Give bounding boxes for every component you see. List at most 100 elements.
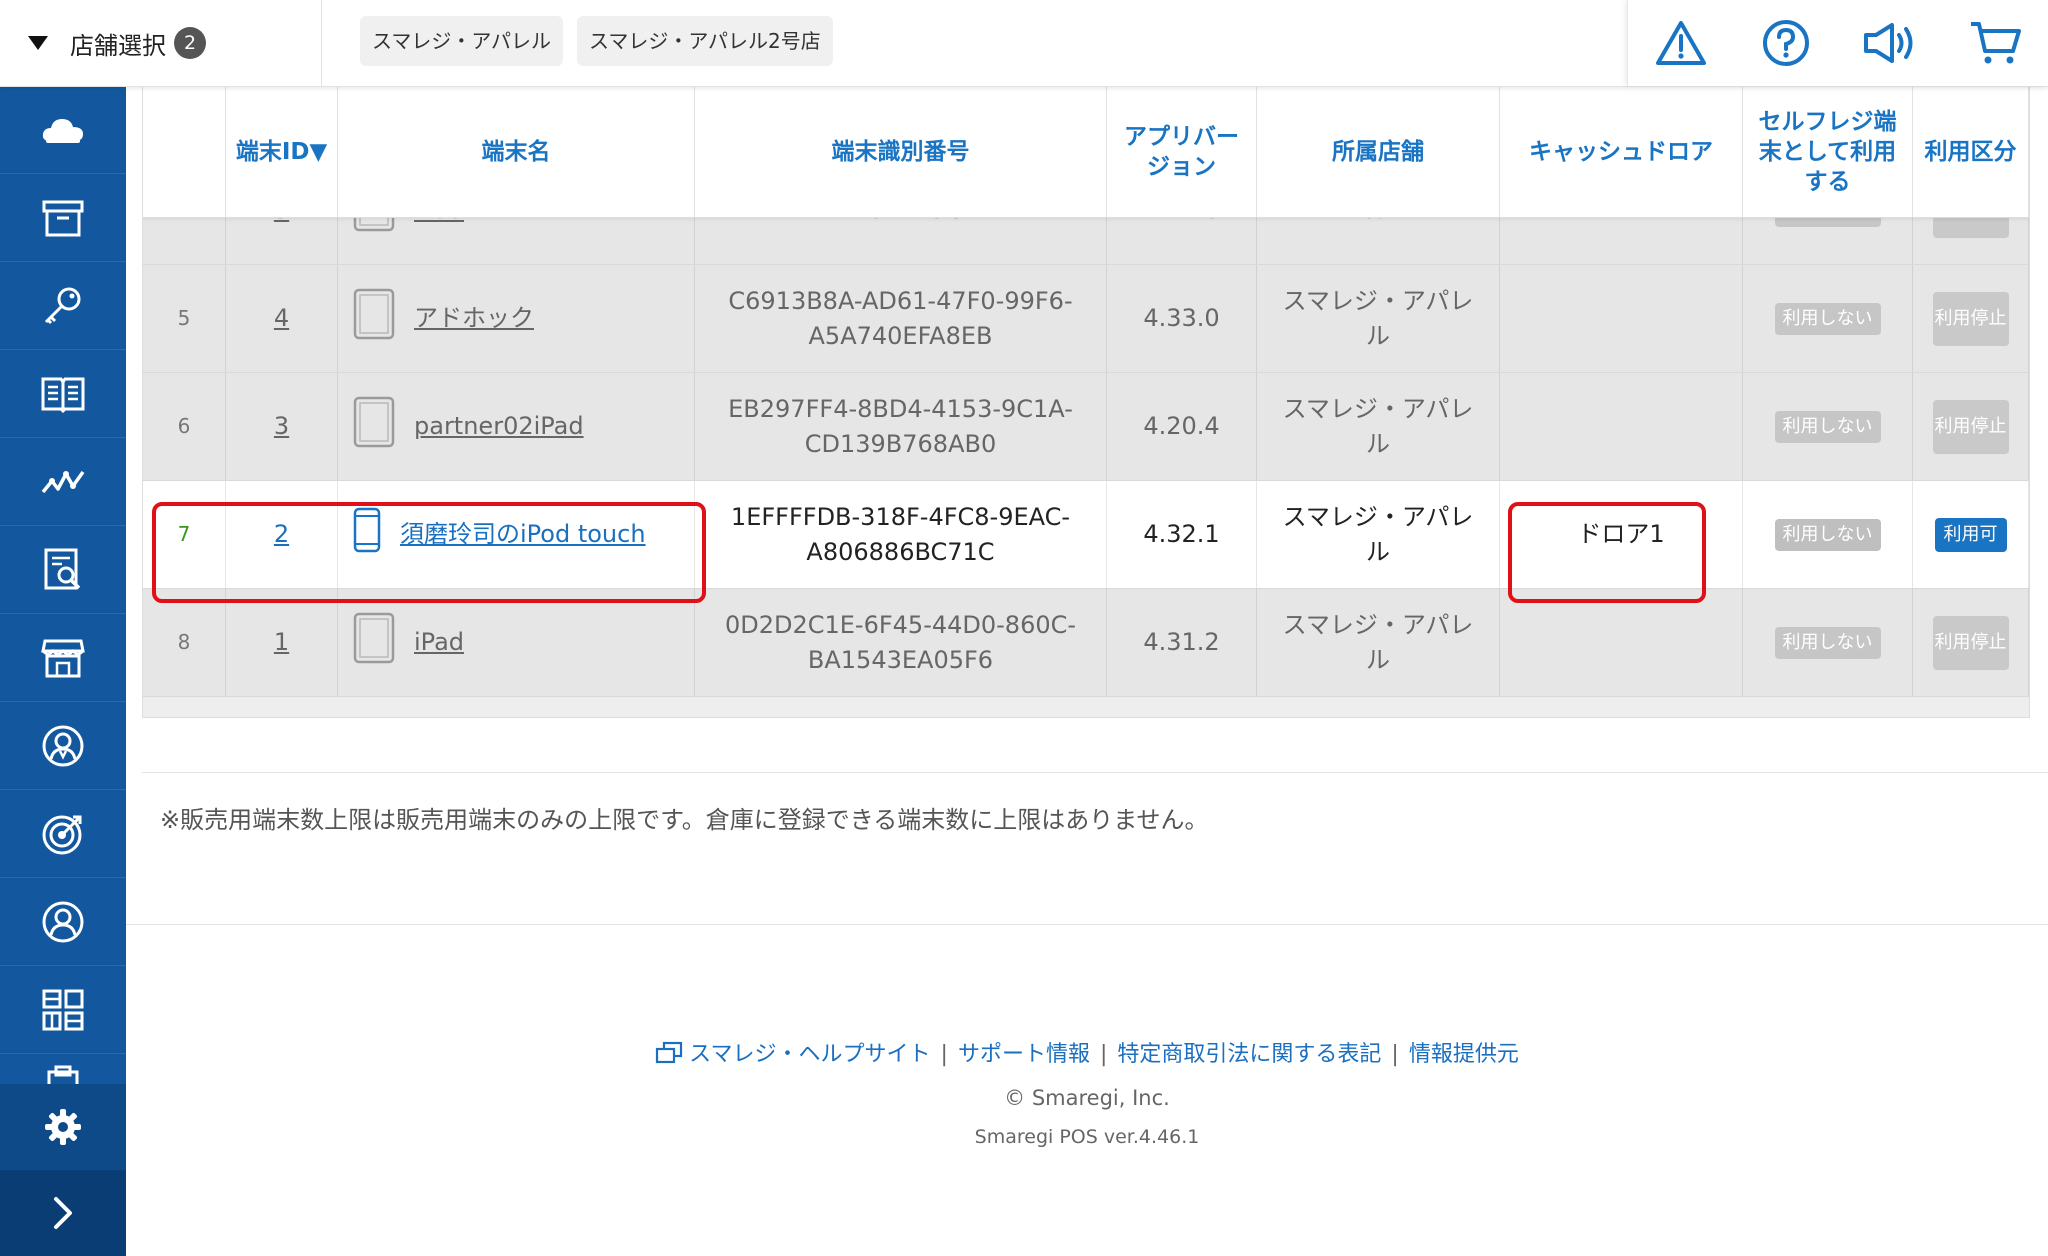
usage-status-button[interactable]: 利用停止 [1932,291,2009,346]
report-icon [44,548,81,589]
header-self-register: セルフレジ端末として利用する [1743,87,1913,217]
table-row: 8 1 iPad 0D2D2C1E-6F45-44D0-860C- BA1543EA05… [143,589,2029,697]
nav-report[interactable] [0,526,126,614]
cart-icon[interactable] [1964,11,2028,75]
app-version-cell: 4.31.2 [1107,589,1257,696]
identifier-cell: 1EFFFFDB-318F-4FC8-9EAC- A806886BC71C [695,481,1107,588]
row-number: 8 [143,589,226,696]
header-terminal-id[interactable]: 端末ID▼ [226,87,338,217]
terminal-name-cell: アドホック [338,265,695,372]
nav-store[interactable] [0,614,126,702]
self-register-badge[interactable]: 利用しない [1774,626,1881,659]
settings-button[interactable] [0,1084,126,1170]
target-icon [42,815,82,854]
store-line: ル [1366,429,1390,458]
terminal-id-link[interactable]: 3 [274,409,289,444]
footer-separator: | [940,1042,948,1067]
header-usage: 利用区分 [1913,87,2029,217]
terminal-limit-note: ※販売用端末数上限は販売用端末のみの上限です。倉庫に登録できる端末数に上限はあり… [160,806,1209,834]
highlight-cash-drawer [1508,502,1706,603]
divider [126,924,2048,925]
usage-status-button[interactable]: 利用停止 [1932,399,2009,454]
footer-separator: | [1099,1042,1108,1067]
terminal-name-link[interactable]: iPad [414,625,464,660]
megaphone-icon[interactable] [1859,11,1923,75]
nav-staff[interactable] [0,702,126,790]
store-cell: スマレジ・アパレル [1257,589,1500,696]
commerce-law-link[interactable]: 特定商取引法に関する表記 [1117,1042,1381,1067]
store-chip[interactable]: スマレジ・アパレル [360,16,563,66]
nav-cloud[interactable] [0,86,126,174]
help-site-link[interactable]: スマレジ・ヘルプサイト [689,1042,930,1067]
nav-inventory[interactable] [0,174,126,262]
store-select-dropdown[interactable]: 店舗選択 2 [0,0,322,86]
help-icon[interactable] [1754,11,1818,75]
self-register-badge[interactable]: 利用しない [1774,410,1881,443]
identifier-line: C6913B8A-AD61-47F0-99F6- [728,286,1073,315]
divider [142,772,2048,773]
nav-sales[interactable] [0,438,126,526]
warning-icon[interactable] [1649,11,1713,75]
terminal-id-cell: 3 [226,373,338,480]
cash-drawer-cell [1500,265,1743,372]
store-line: ル [1366,321,1390,350]
identifier-cell: EB297FF4-8BD4-4153-9C1A- CD139B768AB0 [695,373,1107,480]
terminal-name-cell: partner02iPad [338,373,695,480]
store-select-label: 店舗選択 [70,31,166,60]
terminal-id-cell: 4 [226,265,338,372]
store-line: スマレジ・アパレ [1282,286,1474,315]
store-line: スマレジ・アパレ [1282,502,1474,531]
book-icon [41,377,85,413]
store-line: ル [1366,645,1390,674]
self-register-badge[interactable]: 利用しない [1774,302,1881,335]
gear-icon [45,1109,81,1145]
terminal-name-link[interactable]: アドホック [414,301,534,336]
staff-icon [42,725,84,766]
support-info-link[interactable]: サポート情報 [958,1042,1090,1067]
identifier-line: 1EFFFFDB-318F-4FC8-9EAC- [730,502,1071,531]
nav-customer[interactable] [0,878,126,966]
terminal-name-cell: iPad [338,589,695,696]
self-register-cell: 利用しない [1743,481,1913,588]
table-row: 6 3 partner02iPad EB297FF4-8BD4-4153-9C1A- C… [143,373,2029,481]
cloud-icon [42,118,83,143]
customer-icon [42,901,84,942]
copyright: © Smaregi, Inc. [1004,1086,1170,1110]
identifier-line: A5A740EFA8EB [808,321,993,350]
store-line: スマレジ・アパレ [1282,610,1474,639]
archive-box-icon [42,200,84,236]
usage-status-button[interactable]: 利用可 [1934,517,2007,552]
nav-apps[interactable] [0,966,126,1054]
usage-status-button[interactable]: 利用停止 [1932,615,2009,670]
terminal-id-link[interactable]: 4 [274,301,289,336]
identifier-cell: 0D2D2C1E-6F45-44D0-860C- BA1543EA05F6 [695,589,1107,696]
terminal-name-link[interactable]: partner02iPad [414,409,584,444]
external-link-icon [656,1041,683,1064]
cash-drawer-cell [1500,373,1743,480]
self-register-badge[interactable]: 利用しない [1774,518,1881,551]
terminal-id-link[interactable]: 1 [274,625,289,660]
nav-key[interactable] [0,262,126,350]
selected-stores: スマレジ・アパレル スマレジ・アパレル2号店 [360,16,833,66]
store-count-badge: 2 [174,27,206,59]
table-row: 5 4 アドホック C6913B8A-AD61-47F0-99F6- A5A740EFA… [143,265,2029,373]
table-header: 端末ID▼ 端末名 端末識別番号 アプリバージョン 所属店舗 キャッシュドロア … [143,87,2029,218]
store-line: ル [1366,537,1390,566]
version-label: Smaregi POS ver.4.46.1 [974,1126,1200,1148]
sidebar-expand-button[interactable] [0,1170,126,1256]
nav-book[interactable] [0,350,126,438]
header-store: 所属店舗 [1257,87,1500,217]
store-chip[interactable]: スマレジ・アパレル2号店 [577,16,833,66]
header-identifier: 端末識別番号 [695,87,1107,217]
usage-cell: 利用停止 [1913,589,2029,696]
top-icon-group [1627,0,2048,86]
sales-chart-icon [41,470,85,493]
info-provider-link[interactable]: 情報提供元 [1409,1042,1519,1067]
header-cash-drawer: キャッシュドロア [1500,87,1743,217]
app-grid-icon [42,989,84,1030]
nav-target[interactable] [0,790,126,878]
self-register-cell: 利用しない [1743,373,1913,480]
identifier-cell: C6913B8A-AD61-47F0-99F6- A5A740EFA8EB [695,265,1107,372]
identifier-line: A806886BC71C [806,537,995,566]
header-terminal-name: 端末名 [338,87,695,217]
